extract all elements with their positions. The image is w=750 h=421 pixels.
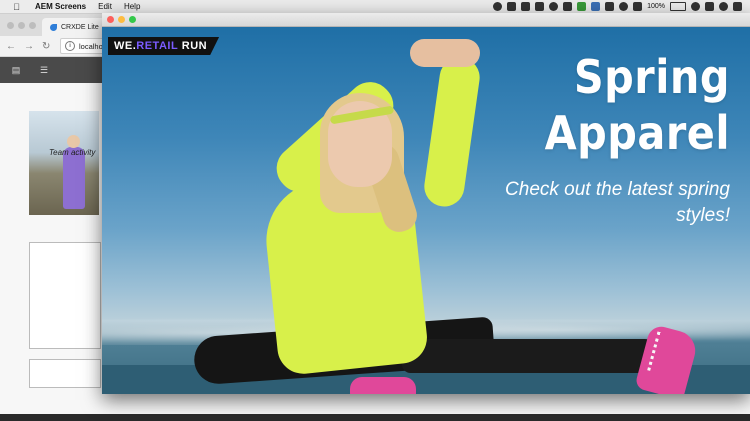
sidebar-toggle-icon[interactable]: ▤ xyxy=(9,65,23,76)
empty-drop-zone[interactable] xyxy=(29,359,101,388)
back-arrow-icon[interactable]: ← xyxy=(6,41,18,52)
reload-icon[interactable]: ↻ xyxy=(42,41,54,52)
cloud-icon[interactable] xyxy=(563,2,573,11)
screens-player-window: WE. RETAIL RUN Spring Apparel Check out … xyxy=(102,13,750,394)
activity-thumbnail[interactable]: Team activity xyxy=(29,111,99,215)
headline-line-2: Apparel xyxy=(544,106,730,160)
brand-logo: WE. RETAIL RUN xyxy=(108,37,220,55)
search-icon[interactable] xyxy=(705,2,714,11)
minimize-button[interactable] xyxy=(118,16,125,23)
athlete-shoe-left xyxy=(350,377,416,394)
wifi-icon[interactable] xyxy=(619,2,629,11)
menu-help[interactable]: Help xyxy=(124,2,140,11)
browser-maximize-button[interactable] xyxy=(29,22,36,29)
menu-bar:  AEM Screens Edit Help 100% xyxy=(0,0,750,14)
status-tray: 100% xyxy=(493,2,742,11)
browser-minimize-button[interactable] xyxy=(18,22,25,29)
battery-percent: 100% xyxy=(647,3,665,10)
headline: Spring Apparel xyxy=(430,49,730,161)
info-icon[interactable]: i xyxy=(65,41,75,51)
battery-icon[interactable] xyxy=(670,2,686,11)
subheadline: Check out the latest spring styles! xyxy=(505,179,730,226)
athlete-leg-right xyxy=(402,339,662,373)
player-window-controls xyxy=(107,16,136,23)
dock-edge xyxy=(0,414,750,421)
notification-center-icon[interactable] xyxy=(733,2,742,11)
airplay-icon[interactable] xyxy=(633,2,643,11)
translate-icon[interactable] xyxy=(521,2,531,11)
logo-part-run: RUN xyxy=(178,40,208,52)
crxde-favicon-icon xyxy=(50,23,57,31)
dropbox-icon[interactable] xyxy=(535,2,545,11)
maximize-button[interactable] xyxy=(129,16,136,23)
menu-edit[interactable]: Edit xyxy=(98,2,112,11)
close-button[interactable] xyxy=(107,16,114,23)
logo-part-retail: RETAIL xyxy=(136,40,179,52)
settings-sliders-icon[interactable]: ☰ xyxy=(37,65,51,76)
player-title-bar[interactable] xyxy=(102,13,750,27)
browser-window-controls xyxy=(7,22,36,29)
menu-app-name[interactable]: AEM Screens xyxy=(35,2,86,11)
vpn-icon[interactable] xyxy=(549,2,559,11)
empty-component-placeholder[interactable] xyxy=(29,242,101,349)
record-icon[interactable] xyxy=(493,2,503,11)
hero-image: WE. RETAIL RUN Spring Apparel Check out … xyxy=(102,27,750,394)
browser-tab-title: CRXDE Lite xyxy=(61,23,99,31)
user-avatar-icon[interactable] xyxy=(719,2,728,11)
forward-arrow-icon[interactable]: → xyxy=(24,41,36,52)
app-icon-blue[interactable] xyxy=(591,2,601,11)
bluetooth-icon[interactable] xyxy=(605,2,615,11)
app-icon-green[interactable] xyxy=(577,2,587,11)
clock-icon[interactable] xyxy=(691,2,700,11)
apple-icon[interactable]:  xyxy=(12,2,21,12)
logo-part-we: WE. xyxy=(114,40,137,52)
headline-line-1: Spring xyxy=(573,50,730,104)
browser-close-button[interactable] xyxy=(7,22,14,29)
thumbnail-caption: Team activity xyxy=(49,148,96,157)
screen-icon[interactable] xyxy=(507,2,517,11)
